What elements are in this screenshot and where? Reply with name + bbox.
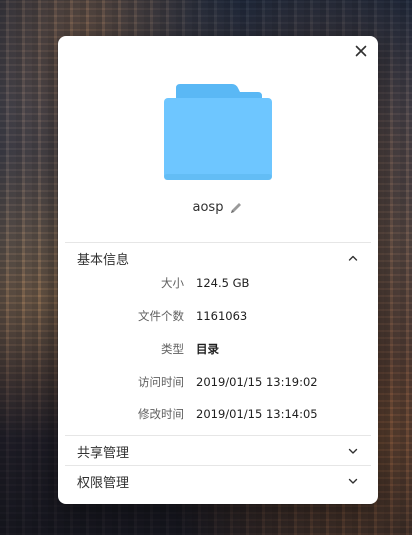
info-label: 修改时间 bbox=[138, 407, 184, 421]
info-value: 2019/01/15 13:14:05 bbox=[196, 407, 318, 421]
file-name-label: aosp bbox=[192, 200, 224, 215]
info-label: 文件个数 bbox=[138, 309, 184, 323]
info-row-type: 类型 目录 bbox=[58, 339, 378, 359]
info-row-file-count: 文件个数 1161063 bbox=[58, 306, 378, 326]
file-name-row: aosp bbox=[58, 200, 378, 215]
info-label: 类型 bbox=[161, 342, 184, 356]
info-value: 1161063 bbox=[196, 309, 248, 323]
divider bbox=[65, 435, 371, 436]
info-row-modified-time: 修改时间 2019/01/15 13:14:05 bbox=[58, 404, 378, 424]
divider bbox=[65, 465, 371, 466]
section-basic-info-header[interactable]: 基本信息 bbox=[58, 244, 378, 272]
edit-pencil-icon[interactable] bbox=[229, 201, 243, 215]
chevron-up-icon bbox=[348, 255, 358, 261]
section-permissions-header[interactable]: 权限管理 bbox=[58, 467, 378, 495]
folder-icon bbox=[162, 82, 274, 182]
info-value: 2019/01/15 13:19:02 bbox=[196, 375, 318, 389]
info-label: 大小 bbox=[161, 276, 184, 290]
info-row-size: 大小 124.5 GB bbox=[58, 273, 378, 293]
info-value: 124.5 GB bbox=[196, 276, 250, 290]
close-button[interactable] bbox=[350, 40, 372, 62]
divider bbox=[65, 242, 371, 243]
section-share-title: 共享管理 bbox=[77, 445, 130, 461]
section-basic-info-title: 基本信息 bbox=[77, 252, 130, 268]
info-value: 目录 bbox=[196, 342, 219, 356]
info-row-access-time: 访问时间 2019/01/15 13:19:02 bbox=[58, 372, 378, 392]
properties-dialog: aosp 基本信息 大小 124.5 GB 文件个数 1161063 类型 目录… bbox=[58, 36, 378, 504]
section-permissions-title: 权限管理 bbox=[77, 475, 130, 491]
chevron-down-icon bbox=[348, 448, 358, 454]
close-icon bbox=[355, 45, 367, 57]
chevron-down-icon bbox=[348, 478, 358, 484]
info-label: 访问时间 bbox=[138, 375, 184, 389]
section-share-header[interactable]: 共享管理 bbox=[58, 437, 378, 465]
